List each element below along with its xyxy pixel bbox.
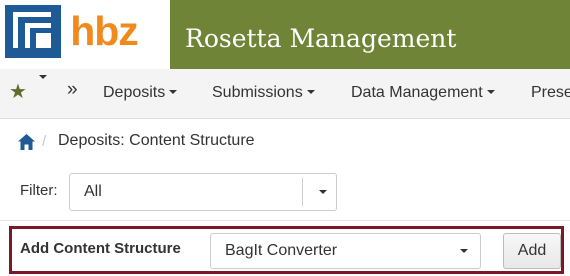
filter-select[interactable]: All (69, 173, 337, 211)
add-content-structure-panel: Add Content Structure BagIt Converter Ad… (9, 226, 564, 274)
nav-item-label: Deposits (103, 84, 166, 101)
filter-label: Filter: (20, 182, 58, 199)
nav-item-label: Prese (531, 84, 570, 101)
nav-item-deposits[interactable]: Deposits (103, 82, 178, 104)
chevron-down-icon[interactable] (319, 190, 327, 194)
section-divider (0, 220, 570, 221)
add-content-structure-label: Add Content Structure (20, 240, 181, 257)
select-divider (302, 178, 303, 206)
nav-item-preservation[interactable]: Prese (531, 82, 570, 104)
nav-item-label: Data Management (351, 84, 483, 101)
main-nav: ★ » Deposits Submissions Data Management… (0, 69, 570, 119)
content-structure-type-select[interactable]: BagIt Converter (210, 233, 481, 269)
chevron-down-icon (169, 89, 178, 94)
add-button[interactable]: Add (503, 233, 561, 269)
chevron-down-icon (486, 89, 495, 94)
star-icon[interactable]: ★ (9, 82, 27, 102)
nav-item-submissions[interactable]: Submissions (212, 82, 315, 104)
chevron-down-icon[interactable] (460, 249, 468, 253)
title-bar: Rosetta Management (170, 0, 570, 69)
favorites-caret-icon[interactable] (39, 74, 47, 79)
home-icon[interactable] (18, 134, 35, 150)
chevron-down-icon (306, 89, 315, 94)
nav-item-data-management[interactable]: Data Management (351, 82, 495, 104)
filter-selected-value: All (84, 183, 102, 200)
app-title: Rosetta Management (185, 24, 457, 53)
nav-item-label: Submissions (212, 84, 303, 101)
breadcrumb-separator: / (42, 133, 47, 150)
double-chevron-right-icon[interactable]: » (67, 80, 78, 100)
hbz-logo-icon (5, 5, 61, 58)
hbz-logo[interactable]: hbz (0, 0, 150, 63)
logo-text: hbz (62, 5, 146, 58)
breadcrumb-current: Deposits: Content Structure (58, 132, 255, 149)
type-selected-value: BagIt Converter (225, 242, 338, 259)
app-header: hbz Rosetta Management (0, 0, 570, 69)
